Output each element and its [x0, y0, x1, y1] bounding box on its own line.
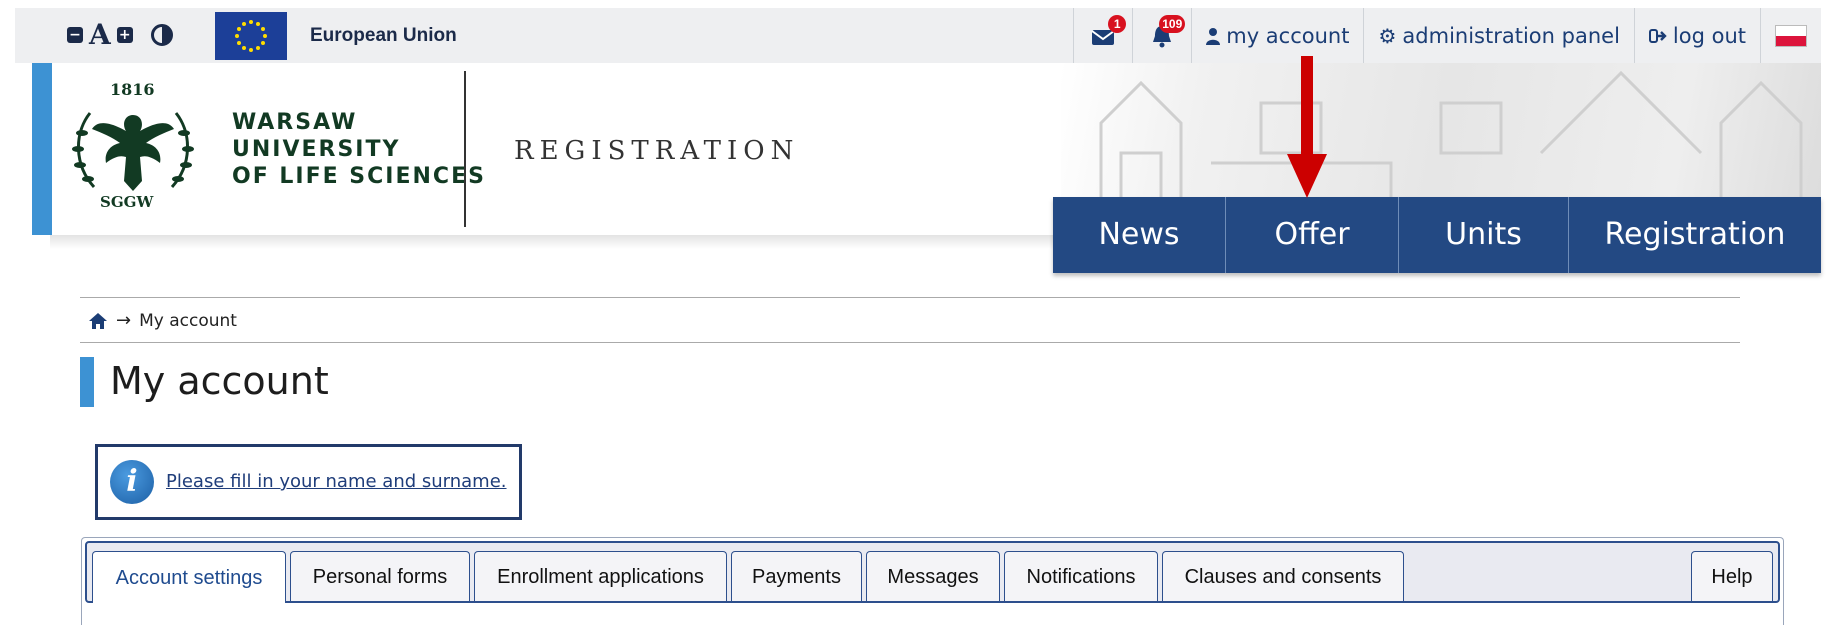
tab-notifications[interactable]: Notifications	[1004, 551, 1158, 601]
tab-personal-forms[interactable]: Personal forms	[290, 551, 470, 601]
sign-out-icon	[1648, 28, 1667, 43]
tab-help[interactable]: Help	[1691, 551, 1773, 601]
breadcrumb-current: My account	[139, 311, 237, 331]
increase-font-button[interactable]: +	[116, 27, 133, 43]
tab-account-settings[interactable]: Account settings	[92, 551, 286, 603]
header-shadow	[50, 235, 1070, 249]
nav-item-offer[interactable]: Offer	[1226, 197, 1399, 273]
header-divider	[464, 71, 466, 227]
nav-item-news[interactable]: News	[1053, 197, 1226, 273]
header-accent-bar	[32, 63, 52, 235]
red-arrow-annotation	[1287, 56, 1327, 198]
gear-icon: ⚙	[1378, 23, 1397, 48]
university-name-line-1: WARSAW	[232, 110, 358, 135]
registration-title: REGISTRATION	[514, 136, 800, 166]
administration-panel-link[interactable]: ⚙ administration panel	[1363, 8, 1633, 63]
logo-year: 1816	[110, 80, 155, 99]
font-size-label: A	[89, 18, 111, 51]
breadcrumb-top-rule	[80, 297, 1740, 298]
tab-strip: Account settings Personal forms Enrollme…	[85, 541, 1780, 603]
messages-button[interactable]: 1	[1073, 8, 1132, 63]
info-icon: i	[110, 460, 154, 504]
contrast-toggle-icon[interactable]	[150, 24, 173, 46]
main-navigation: News Offer Units Registration	[1053, 197, 1821, 273]
polish-flag-icon	[1775, 24, 1807, 47]
university-logo[interactable]: 1816 SGGW	[64, 73, 202, 213]
tab-clauses-and-consents[interactable]: Clauses and consents	[1162, 551, 1404, 601]
notifications-badge: 109	[1159, 14, 1186, 33]
tab-payments[interactable]: Payments	[731, 551, 862, 601]
my-account-link[interactable]: my account	[1191, 8, 1363, 63]
home-icon[interactable]	[88, 312, 108, 330]
breadcrumb: → My account	[88, 310, 237, 332]
tab-messages[interactable]: Messages	[866, 551, 1000, 601]
account-tabs-panel: Account settings Personal forms Enrollme…	[81, 537, 1784, 625]
info-alert: i Please fill in your name and surname.	[95, 444, 522, 520]
tab-enrollment-applications[interactable]: Enrollment applications	[474, 551, 727, 601]
breadcrumb-bottom-rule	[80, 342, 1740, 343]
language-switch[interactable]	[1760, 8, 1821, 63]
fill-name-link[interactable]: Please fill in your name and surname.	[166, 471, 507, 493]
administration-panel-label: administration panel	[1402, 23, 1620, 48]
page-title: My account	[110, 359, 329, 403]
title-accent-bar	[80, 357, 94, 407]
log-out-link[interactable]: log out	[1633, 8, 1760, 63]
notifications-button[interactable]: 109	[1132, 8, 1191, 63]
messages-badge: 1	[1108, 14, 1127, 33]
log-out-label: log out	[1672, 23, 1746, 48]
envelope-icon: 1	[1088, 14, 1127, 51]
user-icon	[1206, 27, 1221, 45]
user-menu: 1 109 my account ⚙ administration panel …	[1073, 8, 1821, 63]
decrease-font-button[interactable]: −	[67, 27, 83, 43]
university-name: WARSAW UNIVERSITY OF LIFE SCIENCES	[232, 109, 486, 190]
eu-flag-icon	[215, 12, 287, 60]
my-account-label: my account	[1226, 23, 1350, 48]
accessibility-controls: − A +	[67, 20, 173, 50]
breadcrumb-arrow-icon: →	[116, 310, 132, 331]
university-name-line-2: UNIVERSITY	[232, 137, 401, 162]
university-name-line-3: OF LIFE SCIENCES	[232, 164, 486, 189]
eu-label: European Union	[310, 25, 457, 46]
nav-item-registration[interactable]: Registration	[1569, 197, 1821, 273]
nav-item-units[interactable]: Units	[1399, 197, 1569, 273]
bell-icon: 109	[1147, 14, 1186, 51]
top-utility-bar: − A + European Union 1 109 my account ⚙ …	[15, 8, 1821, 63]
logo-abbr: SGGW	[100, 193, 154, 211]
